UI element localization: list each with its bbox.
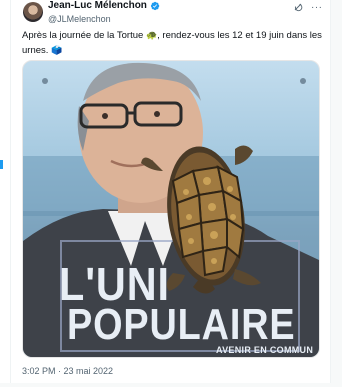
verified-badge-icon: [150, 1, 160, 11]
avatar[interactable]: [23, 2, 43, 22]
tweet-date: 23 mai 2022: [63, 366, 114, 376]
scroll-indicator: [0, 160, 3, 169]
turtle-emoji: 🐢: [145, 30, 158, 40]
tweet-text: Après la journée de la Tortue 🐢, rendez-…: [22, 28, 322, 58]
display-name[interactable]: Jean-Luc Mélenchon: [48, 0, 147, 12]
tweet-timestamp[interactable]: 3:02 PM · 23 mai 2022: [22, 366, 113, 376]
tweet-header: Jean-Luc Mélenchon @JLMelenchon ···: [22, 0, 322, 24]
author-handle[interactable]: @JLMelenchon: [48, 13, 160, 25]
author-names: Jean-Luc Mélenchon @JLMelenchon: [48, 0, 160, 25]
tweet-time: 3:02 PM: [22, 366, 56, 376]
ballot-box-emoji: 🗳️: [51, 45, 63, 55]
bottom-frame: [0, 383, 342, 387]
grok-icon[interactable]: [293, 2, 303, 12]
more-options-icon[interactable]: ···: [311, 3, 323, 13]
right-frame: [330, 0, 342, 387]
display-name-row: Jean-Luc Mélenchon: [48, 0, 160, 12]
tweet-text-part1: Après la journée de la Tortue: [22, 30, 146, 41]
left-divider: [10, 0, 11, 387]
timestamp-separator: ·: [55, 366, 64, 376]
left-frame: [0, 0, 12, 387]
tweet-photo[interactable]: L'UNI POPULAIRE AVENIR EN COMMUN: [22, 60, 320, 358]
photo-illustration: [23, 62, 319, 357]
